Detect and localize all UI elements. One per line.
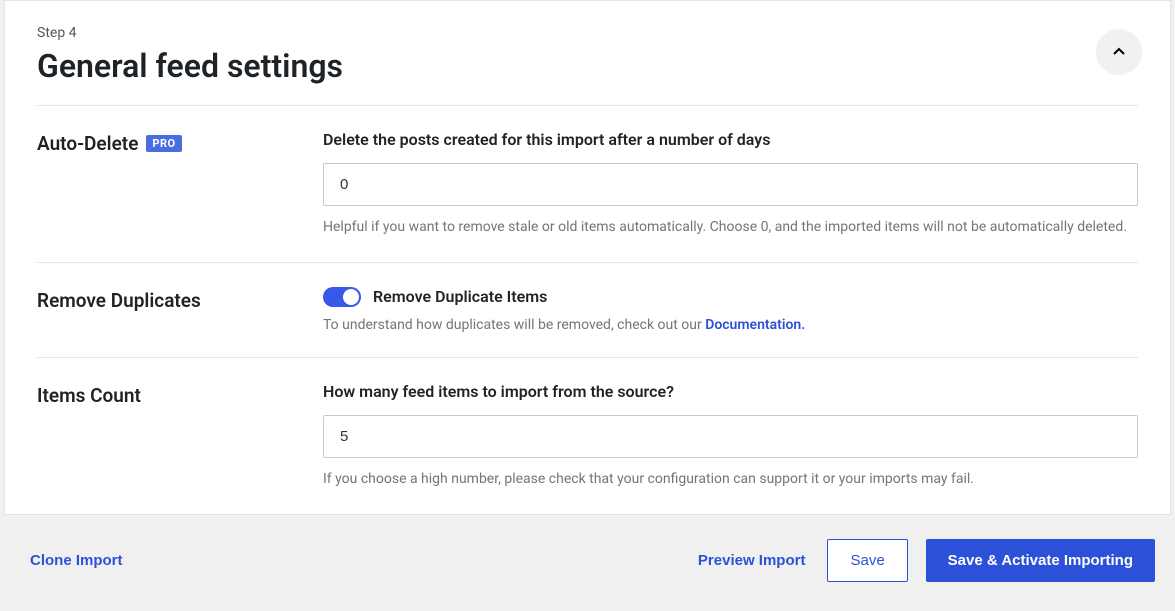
items-count-label-col: Items Count <box>37 382 323 407</box>
footer-bar: Clone Import Preview Import Save Save & … <box>0 515 1175 606</box>
step-label: Step 4 <box>37 25 343 41</box>
remove-duplicates-label: Remove Duplicates <box>37 289 201 312</box>
chevron-up-icon <box>1111 44 1127 60</box>
pro-badge: PRO <box>146 135 181 152</box>
remove-duplicates-label-col: Remove Duplicates <box>37 287 323 312</box>
items-count-label: Items Count <box>37 384 141 407</box>
auto-delete-help: Helpful if you want to remove stale or o… <box>323 218 1138 238</box>
panel-header: Step 4 General feed settings <box>5 1 1170 105</box>
collapse-button[interactable] <box>1096 29 1142 75</box>
toggle-row: Remove Duplicate Items <box>323 287 1138 307</box>
remove-duplicates-content: Remove Duplicate Items To understand how… <box>323 287 1138 333</box>
auto-delete-label-col: Auto-Delete PRO <box>37 130 323 155</box>
auto-delete-content: Delete the posts created for this import… <box>323 130 1138 238</box>
remove-duplicates-toggle-label: Remove Duplicate Items <box>373 287 547 306</box>
page-title: General feed settings <box>37 47 343 85</box>
footer-right: Preview Import Save Save & Activate Impo… <box>694 539 1155 582</box>
items-count-help: If you choose a high number, please chec… <box>323 470 1138 490</box>
items-count-description: How many feed items to import from the s… <box>323 382 1138 401</box>
auto-delete-row: Auto-Delete PRO Delete the posts created… <box>5 106 1170 262</box>
preview-import-button[interactable]: Preview Import <box>694 548 810 573</box>
settings-panel: Step 4 General feed settings Auto-Delete… <box>4 0 1171 515</box>
save-activate-button[interactable]: Save & Activate Importing <box>926 539 1155 582</box>
documentation-link[interactable]: Documentation. <box>705 317 805 333</box>
auto-delete-input[interactable] <box>323 163 1138 206</box>
items-count-content: How many feed items to import from the s… <box>323 382 1138 490</box>
clone-import-button[interactable]: Clone Import <box>26 548 127 573</box>
remove-duplicates-help-prefix: To understand how duplicates will be rem… <box>323 317 705 333</box>
items-count-input[interactable] <box>323 415 1138 458</box>
footer-left: Clone Import <box>20 548 127 573</box>
auto-delete-description: Delete the posts created for this import… <box>323 130 1138 149</box>
header-text: Step 4 General feed settings <box>37 25 343 85</box>
save-button[interactable]: Save <box>827 539 907 582</box>
remove-duplicates-row: Remove Duplicates Remove Duplicate Items… <box>5 263 1170 357</box>
toggle-knob <box>343 289 359 305</box>
remove-duplicates-help: To understand how duplicates will be rem… <box>323 317 1138 333</box>
auto-delete-label: Auto-Delete <box>37 132 138 155</box>
remove-duplicates-toggle[interactable] <box>323 287 361 307</box>
items-count-row: Items Count How many feed items to impor… <box>5 358 1170 514</box>
